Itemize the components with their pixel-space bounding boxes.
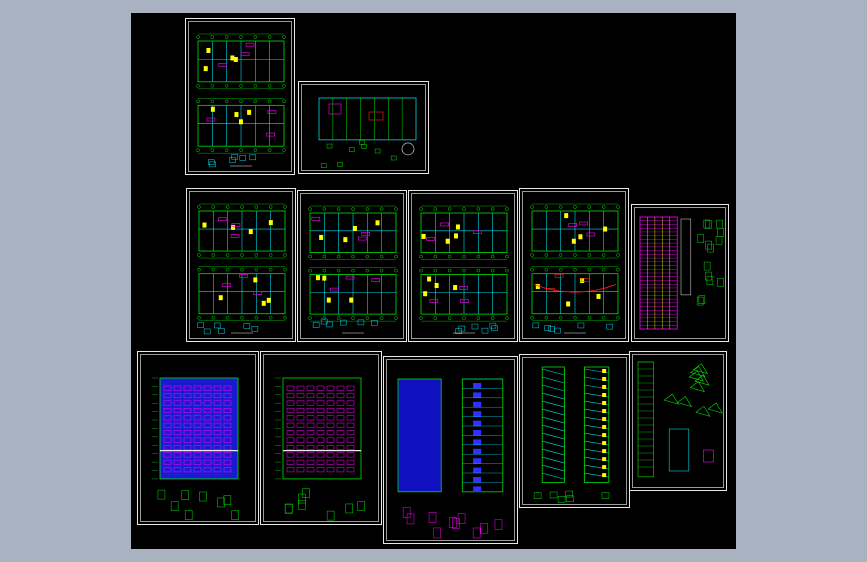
sheet-drawing <box>637 361 723 478</box>
sheet-floor-plan-3[interactable] <box>297 190 407 342</box>
sheet-site-plan[interactable] <box>298 81 429 174</box>
sheet-elevation-rear[interactable] <box>260 351 382 525</box>
sheet-drawing <box>308 205 398 334</box>
sheet-drawing <box>152 377 239 520</box>
sheet-drawing <box>318 97 417 168</box>
sheet-floor-plan-1[interactable] <box>185 18 295 175</box>
sheet-elevation-front[interactable] <box>137 351 259 525</box>
drawing-canvas[interactable]: 13 <box>131 13 736 549</box>
sheet-floor-plan-4[interactable] <box>408 190 518 342</box>
sheet-floor-plan-5[interactable] <box>519 188 629 342</box>
cad-viewer-window: 13 <box>0 0 867 562</box>
sheet-drawing <box>533 366 610 503</box>
sheet-details[interactable] <box>629 351 727 491</box>
sheet-drawing <box>197 203 287 335</box>
sheet-floor-plan-2[interactable] <box>186 188 296 342</box>
sheet-drawing <box>419 205 509 334</box>
sheet-drawing <box>530 203 620 334</box>
sheet-drawing <box>196 33 286 168</box>
sheet-drawing <box>275 377 365 521</box>
sheet-elevation-side[interactable] <box>383 356 518 544</box>
sheet-door-window-table[interactable] <box>631 204 729 342</box>
sheet-sections[interactable] <box>519 354 630 508</box>
sheet-drawing <box>639 216 725 330</box>
sheet-drawing <box>397 378 504 539</box>
